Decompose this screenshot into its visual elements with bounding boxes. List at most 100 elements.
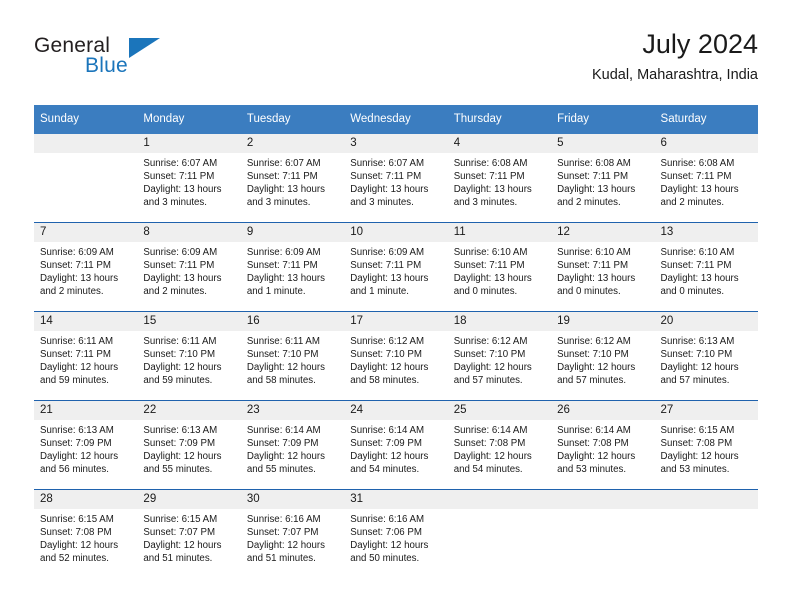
daylight-text-line2: and 59 minutes. [40,375,109,387]
day-cell[interactable]: Sunrise: 6:11 AM Sunset: 7:11 PM Daylight:… [34,331,138,401]
day-number: 8 [137,222,241,242]
triangle-icon [129,38,160,58]
week-1-info-row: Sunrise: 6:07 AM Sunset: 7:11 PM Daylight:… [34,153,758,223]
day-cell[interactable]: Sunrise: 6:09 AM Sunset: 7:11 PM Daylight:… [137,242,241,312]
day-number: 6 [654,134,758,153]
day-cell[interactable] [551,509,655,578]
day-cell[interactable] [654,509,758,578]
week-5-daynum-row: 28 29 30 31 [34,489,758,509]
week-4-info-row: Sunrise: 6:13 AM Sunset: 7:09 PM Daylight:… [34,420,758,490]
daylight-text-line1: Daylight: 12 hours [143,451,222,463]
daylight-text-line2: and 59 minutes. [143,375,213,387]
day-number: 2 [240,134,345,153]
day-number: 26 [551,400,655,420]
day-cell[interactable]: Sunrise: 6:15 AM Sunset: 7:07 PM Daylight:… [137,509,241,578]
day-number [551,489,655,509]
day-cell[interactable]: Sunrise: 6:07 AM Sunset: 7:11 PM Daylight:… [240,153,345,223]
day-cell[interactable]: Sunrise: 6:07 AM Sunset: 7:11 PM Daylight:… [137,153,241,223]
sunset-text: Sunset: 7:11 PM [143,171,215,183]
day-cell[interactable]: Sunrise: 6:16 AM Sunset: 7:07 PM Daylight:… [240,509,345,578]
day-cell[interactable]: Sunrise: 6:10 AM Sunset: 7:11 PM Daylight:… [447,242,552,312]
day-number: 24 [344,400,448,420]
day-cell[interactable]: Sunrise: 6:09 AM Sunset: 7:11 PM Daylight:… [34,242,138,312]
weekday-header-tuesday: Tuesday [240,105,345,134]
sunrise-text: Sunrise: 6:13 AM [40,425,114,436]
day-number [34,134,138,153]
day-cell[interactable]: Sunrise: 6:13 AM Sunset: 7:10 PM Daylight:… [654,331,758,401]
sunset-text: Sunset: 7:10 PM [453,349,526,361]
day-number [654,489,758,509]
day-cell[interactable]: Sunrise: 6:15 AM Sunset: 7:08 PM Daylight:… [34,509,138,578]
daylight-text-line2: and 55 minutes. [246,464,316,476]
weekday-header-thursday: Thursday [447,105,552,134]
sunrise-text: Sunrise: 6:08 AM [557,158,631,169]
sunrise-text: Sunrise: 6:13 AM [143,425,218,436]
weekday-header-friday: Friday [551,105,655,134]
daylight-text-line1: Daylight: 12 hours [40,362,119,374]
sunset-text: Sunset: 7:09 PM [40,438,112,450]
daylight-text-line1: Daylight: 12 hours [40,451,119,463]
calendar-table: Sunday Monday Tuesday Wednesday Thursday… [34,105,758,578]
day-cell[interactable]: Sunrise: 6:14 AM Sunset: 7:09 PM Daylight:… [240,420,345,490]
sunrise-text: Sunrise: 6:10 AM [453,247,528,258]
day-cell[interactable] [34,153,138,223]
sunset-text: Sunset: 7:11 PM [246,171,318,183]
day-cell[interactable]: Sunrise: 6:14 AM Sunset: 7:08 PM Daylight:… [551,420,655,490]
daylight-text-line1: Daylight: 12 hours [350,362,429,374]
day-cell[interactable]: Sunrise: 6:16 AM Sunset: 7:06 PM Daylight:… [344,509,448,578]
day-cell[interactable]: Sunrise: 6:07 AM Sunset: 7:11 PM Daylight:… [344,153,448,223]
page-subtitle: Kudal, Maharashtra, India [591,67,758,83]
sunrise-text: Sunrise: 6:14 AM [246,425,321,436]
daylight-text-line1: Daylight: 12 hours [660,451,739,463]
sunrise-text: Sunrise: 6:10 AM [557,247,631,258]
sunset-text: Sunset: 7:11 PM [660,260,732,272]
weekday-header-wednesday: Wednesday [344,105,448,134]
day-cell[interactable]: Sunrise: 6:11 AM Sunset: 7:10 PM Daylight:… [137,331,241,401]
weekday-header-row: Sunday Monday Tuesday Wednesday Thursday… [34,105,758,134]
day-cell[interactable]: Sunrise: 6:10 AM Sunset: 7:11 PM Daylight:… [551,242,655,312]
daylight-text-line1: Daylight: 13 hours [350,273,429,285]
day-number: 12 [551,222,655,242]
day-cell[interactable]: Sunrise: 6:12 AM Sunset: 7:10 PM Daylight:… [447,331,552,401]
sunrise-text: Sunrise: 6:14 AM [557,425,631,436]
sunset-text: Sunset: 7:08 PM [557,438,629,450]
daylight-text-line1: Daylight: 13 hours [40,273,119,285]
sunrise-text: Sunrise: 6:07 AM [350,158,425,169]
day-number: 20 [654,311,758,331]
sunset-text: Sunset: 7:10 PM [246,349,319,361]
day-cell[interactable]: Sunrise: 6:14 AM Sunset: 7:08 PM Daylight:… [447,420,552,490]
day-number: 27 [654,400,758,420]
daylight-text-line2: and 0 minutes. [557,286,621,298]
day-number: 9 [240,222,345,242]
brand-logo[interactable]: General Blue [34,34,254,94]
daylight-text-line1: Daylight: 12 hours [350,540,429,552]
day-number: 18 [447,311,552,331]
day-cell[interactable]: Sunrise: 6:11 AM Sunset: 7:10 PM Daylight:… [240,331,345,401]
day-cell[interactable]: Sunrise: 6:13 AM Sunset: 7:09 PM Daylight:… [34,420,138,490]
day-cell[interactable]: Sunrise: 6:10 AM Sunset: 7:11 PM Daylight:… [654,242,758,312]
daylight-text-line2: and 54 minutes. [350,464,420,476]
day-number [447,489,552,509]
daylight-text-line1: Daylight: 12 hours [660,362,739,374]
day-cell[interactable]: Sunrise: 6:08 AM Sunset: 7:11 PM Daylight:… [447,153,552,223]
day-cell[interactable]: Sunrise: 6:09 AM Sunset: 7:11 PM Daylight:… [344,242,448,312]
day-cell[interactable]: Sunrise: 6:14 AM Sunset: 7:09 PM Daylight:… [344,420,448,490]
sunrise-text: Sunrise: 6:09 AM [40,247,114,258]
sunset-text: Sunset: 7:09 PM [143,438,216,450]
day-cell[interactable]: Sunrise: 6:13 AM Sunset: 7:09 PM Daylight:… [137,420,241,490]
day-cell[interactable]: Sunrise: 6:12 AM Sunset: 7:10 PM Daylight:… [551,331,655,401]
daylight-text-line1: Daylight: 12 hours [246,362,325,374]
day-cell[interactable]: Sunrise: 6:12 AM Sunset: 7:10 PM Daylight:… [344,331,448,401]
daylight-text-line2: and 3 minutes. [350,197,414,209]
day-cell[interactable]: Sunrise: 6:09 AM Sunset: 7:11 PM Daylight:… [240,242,345,312]
day-cell[interactable]: Sunrise: 6:08 AM Sunset: 7:11 PM Daylight:… [654,153,758,223]
day-cell[interactable]: Sunrise: 6:08 AM Sunset: 7:11 PM Daylight:… [551,153,655,223]
sunrise-text: Sunrise: 6:12 AM [350,336,425,347]
sunset-text: Sunset: 7:10 PM [557,349,629,361]
daylight-text-line2: and 51 minutes. [143,553,213,565]
week-3-daynum-row: 14 15 16 17 18 19 20 [34,311,758,331]
day-cell[interactable]: Sunrise: 6:15 AM Sunset: 7:08 PM Daylight:… [654,420,758,490]
week-2-daynum-row: 7 8 9 10 11 12 13 [34,222,758,242]
day-number: 10 [344,222,448,242]
day-cell[interactable] [447,509,552,578]
